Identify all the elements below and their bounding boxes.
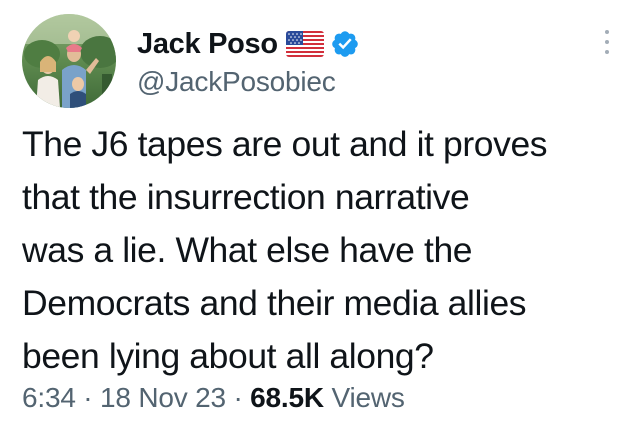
display-name[interactable]: Jack Poso [137, 28, 278, 61]
tweet-time[interactable]: 6:34 [22, 382, 76, 413]
views-label: Views [331, 382, 405, 413]
tweet-text-line: was a lie. What else have the [22, 230, 473, 270]
tweet-header: Jack Poso @JackPosobiec [137, 22, 360, 98]
us-flag-icon [285, 31, 324, 57]
more-options-icon[interactable] [601, 30, 613, 58]
tweet-text-line: been lying about all along? [22, 336, 434, 376]
name-row: Jack Poso [137, 22, 360, 66]
tweet-text-line: that the insurrection narrative [22, 177, 470, 217]
meta-separator: · [83, 382, 93, 413]
tweet-date[interactable]: 18 Nov 23 [100, 382, 226, 413]
tweet-text: The J6 tapes are out and it proves that … [22, 118, 622, 383]
tweet-card: Jack Poso @JackPosobiec The J6 tapes are… [0, 0, 643, 439]
tweet-text-line: Democrats and their media allies [22, 283, 527, 323]
meta-separator: · [233, 382, 243, 413]
tweet-meta: 6:34 · 18 Nov 23 · 68.5K Views [22, 382, 405, 414]
verified-badge-icon[interactable] [330, 29, 360, 59]
user-handle[interactable]: @JackPosobiec [137, 66, 360, 98]
profile-photo [22, 14, 116, 108]
views-count[interactable]: 68.5K [250, 382, 324, 413]
avatar[interactable] [22, 14, 116, 108]
tweet-text-line: The J6 tapes are out and it proves [22, 124, 548, 164]
